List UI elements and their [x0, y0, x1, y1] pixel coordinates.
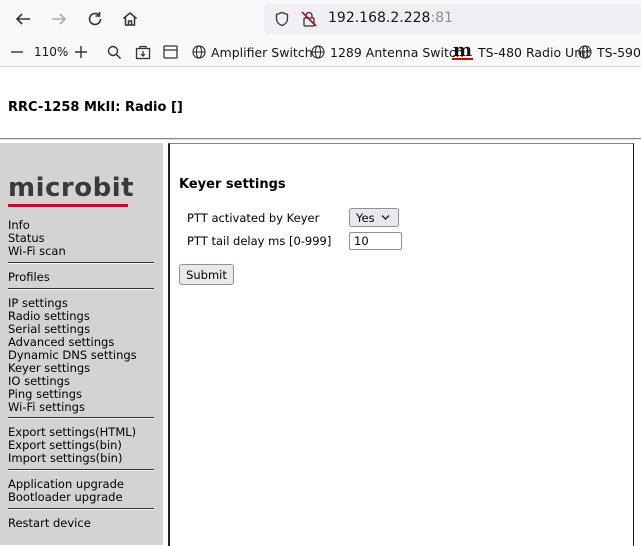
- ptt-keyer-value: Yes: [356, 210, 375, 225]
- section-heading: Keyer settings: [179, 177, 286, 192]
- plus-icon: [75, 46, 87, 58]
- sidebar-item-wifi-settings[interactable]: Wi-Fi settings: [8, 401, 154, 414]
- ptt-keyer-label: PTT activated by Keyer: [187, 211, 320, 225]
- menu-group-restart: Restart device: [8, 517, 154, 530]
- sidebar-icon: [163, 45, 178, 59]
- home-button[interactable]: [119, 8, 141, 30]
- submit-button[interactable]: Submit: [179, 264, 234, 285]
- back-arrow-icon: [15, 13, 30, 25]
- menu-group-upgrade: Application upgrade Bootloader upgrade: [8, 478, 154, 504]
- chevron-down-icon: [381, 215, 390, 220]
- search-icon: [107, 45, 122, 59]
- back-button[interactable]: [12, 8, 34, 30]
- search-button[interactable]: [107, 38, 122, 66]
- bookmark-label: TS-590 T: [597, 44, 641, 60]
- reload-button[interactable]: [84, 8, 106, 30]
- bookmark-ts-590[interactable]: TS-590 T: [578, 38, 641, 66]
- insecure-lock-icon[interactable]: [300, 10, 318, 28]
- globe-icon: [578, 45, 592, 59]
- sidebar-item-import-bin[interactable]: Import settings(bin): [8, 452, 154, 465]
- bookmark-label: TS-480 Radio Unit: [478, 44, 591, 60]
- logo-underline: [8, 204, 128, 207]
- reload-icon: [88, 12, 102, 26]
- globe-icon: [311, 45, 325, 59]
- ptt-tail-delay-input[interactable]: 10: [349, 232, 402, 250]
- save-to-icon: [135, 45, 151, 59]
- menu-group-settings: IP settings Radio settings Serial settin…: [8, 297, 154, 414]
- sidebar-item-bootloader-upgrade[interactable]: Bootloader upgrade: [8, 491, 154, 504]
- bookmark-label: Amplifier Switch: [211, 44, 313, 60]
- page-title: RRC-1258 MkII: Radio []: [8, 100, 183, 115]
- forward-arrow-icon: [52, 13, 67, 25]
- zoom-in-button[interactable]: [74, 38, 88, 66]
- sidebar-divider: [8, 417, 154, 419]
- address-bar[interactable]: 192.168.2.228:81: [264, 4, 641, 34]
- menu-group-export: Export settings(HTML) Export settings(bi…: [8, 426, 154, 465]
- sidebar-item-restart-device[interactable]: Restart device: [8, 517, 154, 530]
- bookmark-amplifier-switch[interactable]: Amplifier Switch: [192, 38, 313, 66]
- minus-icon: [11, 51, 23, 53]
- sidebar-divider: [8, 508, 154, 510]
- forward-button[interactable]: [48, 8, 70, 30]
- sidebar: microbit Info Status Wi-Fi scan Profiles…: [0, 143, 163, 545]
- sidebar-divider: [8, 262, 154, 264]
- ptt-tail-delay-label: PTT tail delay ms [0-999]: [187, 234, 332, 248]
- header-divider: [0, 138, 641, 140]
- zoom-out-button[interactable]: [10, 38, 24, 66]
- url-host: 192.168.2.228: [328, 10, 431, 26]
- microbit-m-icon: m: [452, 40, 474, 61]
- home-icon: [123, 12, 137, 26]
- browser-url-bar: 192.168.2.228:81: [0, 0, 641, 38]
- sidebar-divider: [8, 288, 154, 290]
- sidebar-divider: [8, 469, 154, 471]
- main-content: Keyer settings PTT activated by Keyer Ye…: [168, 143, 634, 546]
- sidebar-item-profiles[interactable]: Profiles: [8, 271, 154, 284]
- url-port: :81: [430, 10, 453, 26]
- bookmark-1289-antenna-switch[interactable]: 1289 Antenna Switch: [311, 38, 464, 66]
- menu-group-profiles: Profiles: [8, 271, 154, 284]
- save-page-button[interactable]: [135, 38, 151, 66]
- sidebar-toggle-button[interactable]: [163, 38, 178, 66]
- bookmarks-toolbar: 110% Amplifier Switch 1289 Antenna Switc…: [0, 38, 641, 67]
- url-text[interactable]: 192.168.2.228:81: [328, 10, 453, 26]
- bookmark-label: 1289 Antenna Switch: [330, 44, 464, 60]
- globe-icon: [192, 45, 206, 59]
- microbit-logo: microbit: [8, 173, 135, 203]
- shield-icon[interactable]: [274, 11, 290, 27]
- sidebar-item-wifi-scan[interactable]: Wi-Fi scan: [8, 245, 154, 258]
- ptt-keyer-select[interactable]: Yes: [349, 208, 399, 227]
- zoom-level[interactable]: 110%: [34, 38, 68, 66]
- menu-group-info: Info Status Wi-Fi scan: [8, 219, 154, 258]
- bookmark-ts-480-radio-unit[interactable]: m TS-480 Radio Unit: [452, 38, 591, 66]
